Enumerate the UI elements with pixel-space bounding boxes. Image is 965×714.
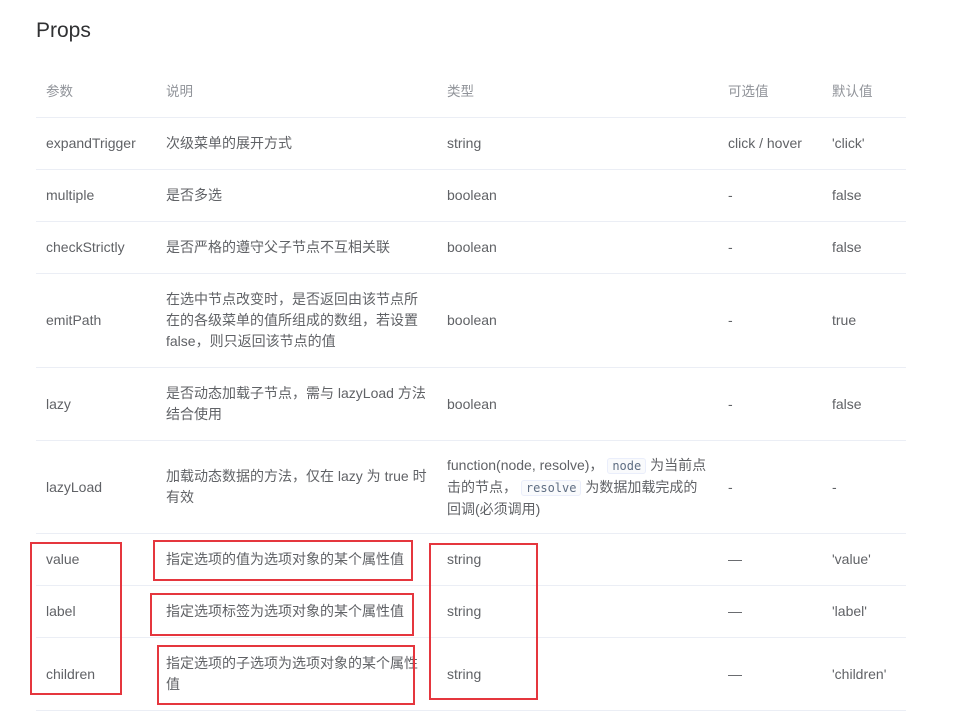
cell-default: 'click' [822,117,906,170]
header-description: 说明 [156,65,437,118]
cell-type: string [437,637,718,711]
cell-options: - [718,440,822,534]
cell-param: lazy [36,367,156,441]
cell-param: checkStrictly [36,221,156,274]
cell-type: string [437,533,718,586]
cell-options: - [718,273,822,368]
cell-type: boolean [437,169,718,222]
table-row: emitPath 在选中节点改变时，是否返回由该节点所在的各级菜单的值所组成的数… [36,273,906,368]
cell-param: multiple [36,169,156,222]
header-options: 可选值 [718,65,822,118]
cell-default: 'label' [822,585,906,638]
cell-param: emitPath [36,273,156,368]
cell-type: boolean [437,367,718,441]
cell-description: 是否动态加载子节点，需与 lazyLoad 方法结合使用 [156,367,437,441]
cell-default: false [822,367,906,441]
cell-description: 次级菜单的展开方式 [156,117,437,170]
cell-default: - [822,440,906,534]
cell-default: true [822,273,906,368]
cell-description: 指定选项的子选项为选项对象的某个属性值 [156,637,437,711]
cell-param: expandTrigger [36,117,156,170]
table-row: lazy 是否动态加载子节点，需与 lazyLoad 方法结合使用 boolea… [36,367,906,441]
table-row: expandTrigger 次级菜单的展开方式 string click / h… [36,117,906,170]
cell-param: lazyLoad [36,440,156,534]
cell-description: 指定选项的值为选项对象的某个属性值 [156,533,437,586]
props-table: 参数 说明 类型 可选值 默认值 expandTrigger 次级菜单的展开方式… [36,65,906,711]
inline-code: node [607,457,647,474]
type-text: function(node, resolve)， [447,456,604,473]
section-title: Props [36,19,91,42]
cell-options: — [718,533,822,586]
cell-options: click / hover [718,117,822,170]
cell-default: false [822,221,906,274]
cell-param: children [36,637,156,711]
cell-type: string [437,585,718,638]
table-row: lazyLoad 加载动态数据的方法，仅在 lazy 为 true 时有效 fu… [36,440,906,534]
cell-description: 在选中节点改变时，是否返回由该节点所在的各级菜单的值所组成的数组，若设置 fal… [156,273,437,368]
cell-type: boolean [437,273,718,368]
table-row: label 指定选项标签为选项对象的某个属性值 string — 'label' [36,585,906,638]
cell-default: 'value' [822,533,906,586]
table-row: checkStrictly 是否严格的遵守父子节点不互相关联 boolean -… [36,221,906,274]
cell-description: 加载动态数据的方法，仅在 lazy 为 true 时有效 [156,440,437,534]
cell-param: value [36,533,156,586]
header-default: 默认值 [822,65,906,118]
cell-options: - [718,221,822,274]
table-row: children 指定选项的子选项为选项对象的某个属性值 string — 'c… [36,637,906,711]
cell-description: 是否严格的遵守父子节点不互相关联 [156,221,437,274]
table-row: multiple 是否多选 boolean - false [36,169,906,222]
cell-type: boolean [437,221,718,274]
cell-options: - [718,367,822,441]
cell-description: 是否多选 [156,169,437,222]
cell-options: — [718,637,822,711]
cell-default: false [822,169,906,222]
table-row: value 指定选项的值为选项对象的某个属性值 string — 'value' [36,533,906,586]
header-type: 类型 [437,65,718,118]
cell-description: 指定选项标签为选项对象的某个属性值 [156,585,437,638]
cell-param: label [36,585,156,638]
cell-default: 'children' [822,637,906,711]
cell-options: - [718,169,822,222]
cell-options: — [718,585,822,638]
header-param: 参数 [36,65,156,118]
inline-code: resolve [520,479,582,496]
cell-type: string [437,117,718,170]
table-header-row: 参数 说明 类型 可选值 默认值 [36,65,906,118]
cell-type: function(node, resolve)， node 为当前点击的节点， … [437,440,718,534]
